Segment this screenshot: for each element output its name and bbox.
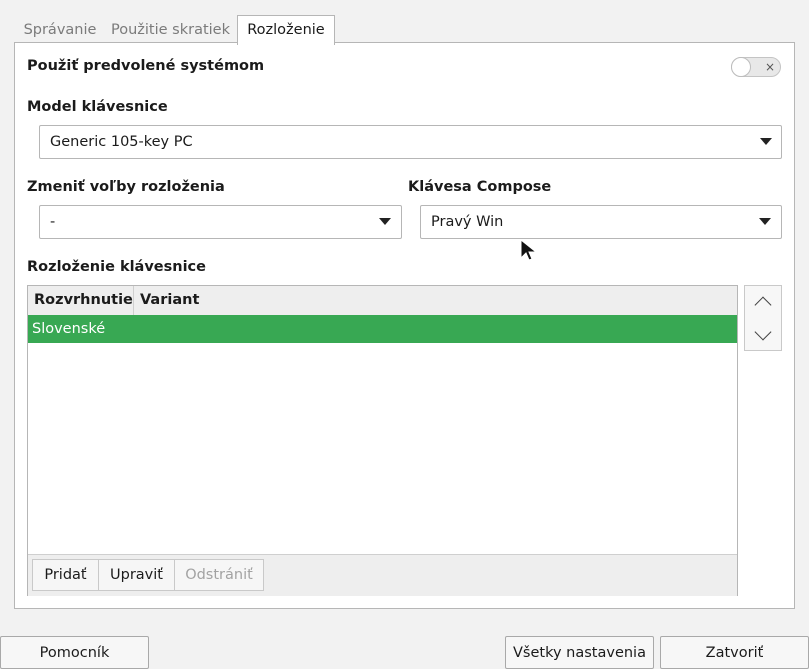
column-header-variant[interactable]: Variant: [134, 286, 737, 315]
layout-options-combo[interactable]: -: [39, 205, 402, 239]
chevron-down-icon: [379, 218, 391, 225]
chevron-down-icon: [759, 218, 771, 225]
use-system-default-toggle[interactable]: ×: [731, 57, 781, 77]
tab-behavior-label: Správanie: [23, 22, 97, 38]
keyboard-model-value: Generic 105-key PC: [50, 134, 193, 150]
tab-shortcuts[interactable]: Použitie skratiek: [107, 16, 234, 43]
mouse-cursor-icon: [520, 238, 538, 261]
compose-key-combo[interactable]: Pravý Win: [420, 205, 782, 239]
move-up-button[interactable]: [745, 286, 781, 318]
use-system-default-label: Použiť predvolené systémom: [27, 58, 265, 74]
chevron-up-icon: [754, 296, 772, 314]
chevron-down-icon: [760, 138, 772, 145]
layout-options-label: Zmeniť voľby rozloženia: [27, 179, 225, 195]
edit-button[interactable]: Upraviť: [98, 559, 175, 591]
tab-layout-label: Rozloženie: [247, 22, 325, 38]
compose-key-label: Klávesa Compose: [408, 179, 552, 195]
tab-layout[interactable]: Rozloženie: [237, 15, 335, 45]
chevron-down-icon: [754, 323, 772, 341]
close-button[interactable]: Zatvoriť: [660, 636, 809, 669]
layouts-table: Rozvrhnutie Variant Slovenské Pridať Upr…: [27, 285, 738, 596]
compose-key-value: Pravý Win: [431, 214, 504, 230]
toggle-knob: [731, 57, 751, 77]
add-button[interactable]: Pridať: [32, 559, 99, 591]
table-header: Rozvrhnutie Variant: [28, 286, 737, 316]
toggle-off-icon: ×: [765, 60, 776, 74]
keyboard-model-combo[interactable]: Generic 105-key PC: [39, 125, 782, 159]
remove-button[interactable]: Odstrániť: [174, 559, 264, 591]
help-button[interactable]: Pomocník: [0, 636, 149, 669]
keyboard-model-label: Model klávesnice: [27, 99, 168, 115]
keyboard-layouts-label: Rozloženie klávesnice: [27, 259, 206, 275]
table-row[interactable]: Slovenské: [28, 315, 737, 343]
layout-options-value: -: [50, 214, 56, 230]
reorder-buttons: [744, 285, 782, 351]
table-toolbar: Pridať Upraviť Odstrániť: [28, 554, 737, 596]
table-cell-layout: Slovenské: [32, 321, 106, 337]
move-down-button[interactable]: [745, 318, 781, 350]
all-settings-button[interactable]: Všetky nastavenia: [505, 636, 654, 669]
tab-shortcuts-label: Použitie skratiek: [110, 22, 230, 38]
column-header-layout[interactable]: Rozvrhnutie: [28, 286, 134, 315]
tab-behavior[interactable]: Správanie: [17, 16, 103, 43]
